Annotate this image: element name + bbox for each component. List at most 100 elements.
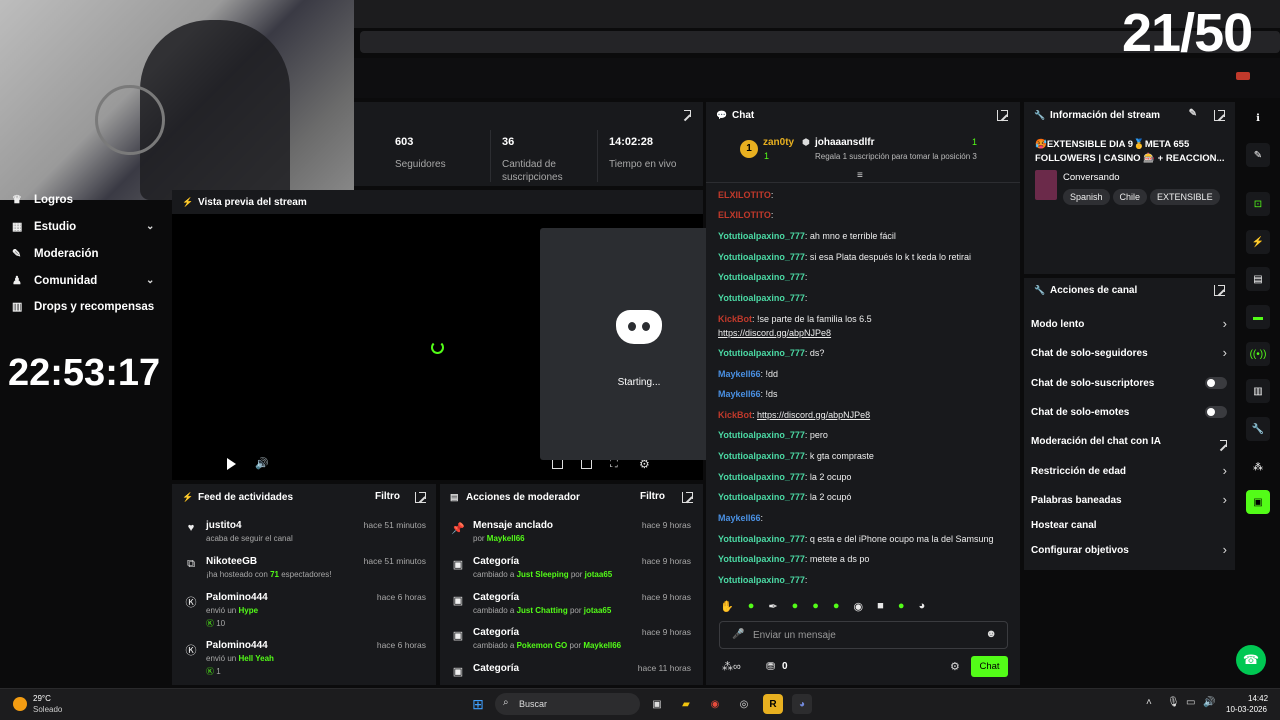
action-configure-goals[interactable]: Configurar objetivos (1031, 545, 1129, 556)
weather-sun-icon[interactable] (13, 697, 27, 711)
chat-username[interactable]: KickBot (718, 314, 752, 324)
emotes-only-toggle[interactable] (1205, 406, 1227, 418)
file-explorer-icon[interactable]: ▰ (676, 694, 696, 714)
tray-chevron-icon[interactable]: ˄ (1146, 697, 1152, 708)
action-slow-mode[interactable]: Modo lento (1031, 319, 1084, 330)
filter-button[interactable]: Filtro (375, 491, 400, 502)
edit-icon[interactable]: ✎ (1189, 108, 1197, 119)
chat-username[interactable]: ELXILOTITO (718, 210, 771, 220)
chat-username[interactable]: Yotutioalpaxino_777 (718, 575, 805, 585)
chat-username[interactable]: Yotutioalpaxino_777 (718, 348, 805, 358)
chat-input[interactable]: 🎤 Enviar un mensaje ☻ (719, 621, 1008, 649)
chat-username[interactable]: Yotutioalpaxino_777 (718, 451, 805, 461)
chat-icon[interactable]: ▬ (1246, 305, 1270, 329)
users-icon[interactable]: ⁂ (1246, 455, 1270, 479)
emote-icon[interactable]: ● (833, 600, 840, 614)
filter-button[interactable]: Filtro (640, 491, 665, 502)
network-icon[interactable]: ▭ (1186, 697, 1195, 708)
chat-infinite-icon[interactable]: ⁂∞ (722, 660, 741, 673)
expand-icon[interactable] (681, 110, 691, 120)
chevron-right-icon[interactable]: › (1223, 316, 1227, 331)
emote-icon[interactable]: ● (898, 600, 905, 614)
sidebar-item-comunidad[interactable]: ♟ Comunidad ⌄ (12, 274, 154, 288)
chat-username[interactable]: Maykell66 (718, 513, 761, 523)
chrome-icon[interactable]: ◉ (705, 694, 725, 714)
app-icon[interactable]: ▣ (1246, 490, 1270, 514)
emote-icon[interactable]: ◕ (918, 600, 925, 614)
lightning-icon[interactable]: ⚡ (1246, 230, 1270, 254)
sidebar-item-drops[interactable]: ▥ Drops y recompensas (12, 300, 154, 314)
pip-icon[interactable] (552, 459, 563, 469)
emoji-icon[interactable]: ☻ (985, 628, 997, 640)
emote-icon[interactable]: ■ (877, 600, 884, 614)
action-followers-only[interactable]: Chat de solo-seguidores (1031, 348, 1148, 359)
chat-username[interactable]: Yotutioalpaxino_777 (718, 272, 805, 282)
discord-taskbar-icon[interactable]: ◕ (792, 694, 812, 714)
emote-icon[interactable]: ● (812, 600, 819, 614)
action-ai-moderation[interactable]: Moderación del chat con IA (1031, 436, 1161, 447)
expand-icon[interactable] (682, 492, 693, 503)
points-icon[interactable]: ⛃ (766, 660, 775, 673)
chat-username[interactable]: ELXILOTITO (718, 190, 771, 200)
expand-icon[interactable] (415, 492, 426, 503)
send-chat-button[interactable]: Chat (971, 656, 1008, 677)
sidebar-item-moderacion[interactable]: ✎ Moderación (12, 247, 99, 261)
emote-icon[interactable]: ◉ (854, 600, 864, 614)
volume-icon[interactable]: 🔊 (255, 457, 269, 470)
volume-tray-icon[interactable]: 🔊 (1203, 697, 1215, 708)
sidebar-item-estudio[interactable]: ▦ Estudio ⌄ (12, 220, 154, 234)
emote-icon[interactable]: ✒ (768, 600, 777, 614)
chat-settings-icon[interactable]: ⚙ (950, 660, 960, 673)
chat-text[interactable]: https://discord.gg/abpNJPe8 (757, 410, 870, 420)
action-host-channel[interactable]: Hostear canal (1031, 520, 1097, 531)
notes-icon[interactable]: ▤ (1246, 267, 1270, 291)
theater-icon[interactable] (581, 459, 592, 469)
chat-username[interactable]: Yotutioalpaxino_777 (718, 293, 805, 303)
chat-username[interactable]: Yotutioalpaxino_777 (718, 252, 805, 262)
task-view-icon[interactable]: ▣ (647, 694, 667, 714)
chevron-right-icon[interactable]: › (1223, 345, 1227, 360)
help-chat-button[interactable]: ☎ (1236, 645, 1266, 675)
chevron-right-icon[interactable]: › (1223, 492, 1227, 507)
emote-icon[interactable]: ● (748, 600, 755, 614)
chat-username[interactable]: Yotutioalpaxino_777 (718, 534, 805, 544)
collapse-icon[interactable]: ≡ (857, 170, 863, 181)
sidebar-item-logros[interactable]: ♛ Logros (12, 193, 73, 207)
chat-username[interactable]: Yotutioalpaxino_777 (718, 554, 805, 564)
action-subscribers-only[interactable]: Chat de solo-suscriptores (1031, 378, 1154, 389)
weather-temp: 29°C (33, 694, 51, 703)
action-emotes-only[interactable]: Chat de solo-emotes (1031, 407, 1129, 418)
layout-icon[interactable]: ▥ (1246, 379, 1270, 403)
action-banned-words[interactable]: Palabras baneadas (1031, 495, 1122, 506)
chat-username[interactable]: Yotutioalpaxino_777 (718, 472, 805, 482)
expand-icon[interactable] (997, 110, 1008, 121)
app-r-icon[interactable]: R (763, 694, 783, 714)
expand-icon[interactable] (1214, 110, 1225, 121)
emote-icon[interactable]: ✋ (720, 600, 734, 614)
external-link-icon[interactable] (1217, 440, 1227, 450)
edit-icon[interactable]: ✎ (1246, 143, 1270, 167)
chat-text[interactable]: https://discord.gg/abpNJPe8 (718, 328, 831, 338)
chat-username[interactable]: Maykell66 (718, 389, 761, 399)
expand-icon[interactable] (1214, 285, 1225, 296)
action-age-restriction[interactable]: Restricción de edad (1031, 466, 1126, 477)
play-button[interactable] (227, 458, 236, 470)
info-icon[interactable]: ℹ (1246, 106, 1270, 130)
chat-username[interactable]: Yotutioalpaxino_777 (718, 231, 805, 241)
taskbar-search[interactable]: ⌕ Buscar (495, 693, 640, 715)
chevron-right-icon[interactable]: › (1223, 463, 1227, 478)
chat-username[interactable]: Yotutioalpaxino_777 (718, 492, 805, 502)
chevron-right-icon[interactable]: › (1223, 542, 1227, 557)
wrench-icon[interactable]: 🔧 (1246, 417, 1270, 441)
chat-username[interactable]: KickBot (718, 410, 752, 420)
chat-username[interactable]: Yotutioalpaxino_777 (718, 430, 805, 440)
subscribers-only-toggle[interactable] (1205, 377, 1227, 389)
emote-icon[interactable]: ● (792, 600, 799, 614)
broadcast-icon[interactable]: ((•)) (1246, 342, 1270, 366)
microphone-tray-icon[interactable]: 🎙 (1167, 697, 1180, 708)
obs-icon[interactable]: ◎ (734, 694, 754, 714)
windows-start-icon[interactable]: ⊞ (468, 694, 488, 714)
focus-icon[interactable]: ⊡ (1246, 192, 1270, 216)
microphone-icon[interactable]: 🎤 (732, 629, 744, 640)
chat-username[interactable]: Maykell66 (718, 369, 761, 379)
